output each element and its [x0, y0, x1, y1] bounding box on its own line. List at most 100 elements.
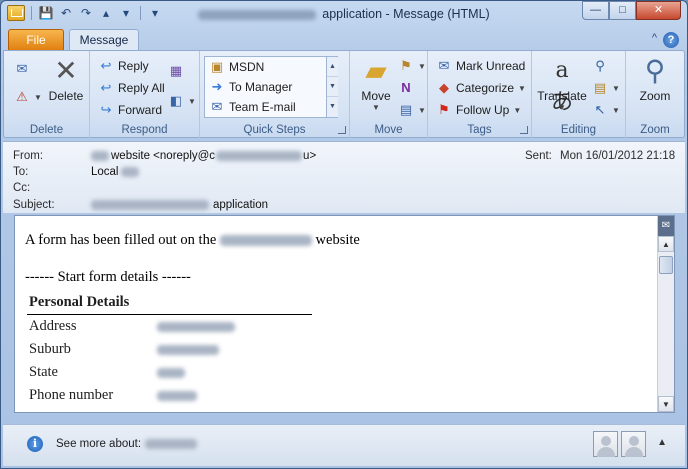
- sent-value: Mon 16/01/2012 21:18: [560, 150, 676, 162]
- scroll-down-icon[interactable]: ▼: [658, 396, 674, 412]
- ribbon-tab-controls: ^ ?: [652, 32, 679, 48]
- categorize-button[interactable]: ◆ Categorize ▼: [436, 80, 526, 96]
- magnifier-icon: ⚲: [644, 55, 666, 86]
- forward-button[interactable]: ↪ Forward: [98, 102, 162, 118]
- group-label: Delete: [29, 124, 64, 136]
- close-button[interactable]: ✕: [636, 1, 681, 20]
- redacted-text: [120, 167, 139, 177]
- redacted-text: [157, 321, 235, 332]
- scroll-up-icon[interactable]: ▲: [658, 236, 674, 252]
- message-header: From: website <noreply@c u> Sent: Mon 16…: [3, 141, 685, 213]
- cursor-icon: ↖: [594, 102, 606, 117]
- avatar[interactable]: [621, 431, 646, 457]
- row-label: Phone number: [29, 387, 114, 403]
- redacted-text: [157, 344, 219, 355]
- to-label: To:: [13, 166, 29, 178]
- delete-group: ✉ ⚠ ▼ ✕ Delete Delete: [4, 51, 90, 138]
- subject-value: application: [91, 199, 268, 211]
- quick-step-to-manager[interactable]: ➜ To Manager: [209, 79, 293, 95]
- reply-button[interactable]: ↩ Reply: [98, 58, 149, 74]
- rules-button[interactable]: ⚑ ▼: [398, 58, 426, 74]
- redacted-text: [216, 151, 303, 161]
- find-button[interactable]: ⚲: [592, 58, 608, 74]
- quick-steps-gallery: ▣ MSDN ➜ To Manager ✉ Team E-mail ▲ ▼ ▼: [204, 56, 338, 118]
- ignore-button[interactable]: ✉: [14, 61, 30, 77]
- follow-up-button[interactable]: ⚑ Follow Up ▼: [436, 102, 521, 118]
- from-label: From:: [13, 150, 44, 162]
- related-icon: ▤: [593, 80, 607, 95]
- zoom-button[interactable]: ⚲ Zoom: [632, 55, 678, 103]
- collapse-ribbon-icon[interactable]: ^: [652, 32, 657, 48]
- related-button[interactable]: ▤ ▼: [592, 80, 620, 96]
- dialog-launcher-icon[interactable]: [520, 126, 528, 134]
- delete-x-icon: ✕: [54, 55, 78, 86]
- group-label: Editing: [560, 124, 597, 136]
- select-button[interactable]: ↖ ▼: [592, 102, 620, 118]
- binoculars-icon: ⚲: [595, 58, 605, 73]
- folder-icon: ▣: [210, 59, 224, 74]
- quick-step-team-email[interactable]: ✉ Team E-mail: [209, 99, 296, 115]
- expand-gallery-icon[interactable]: ▼: [327, 97, 338, 117]
- reply-all-label: Reply All: [118, 81, 165, 95]
- junk-button[interactable]: ⚠ ▼: [14, 89, 42, 105]
- onenote-button[interactable]: N: [398, 80, 414, 96]
- body-scrollbar[interactable]: ✉ ▲ ▼: [657, 216, 674, 412]
- from-value[interactable]: website <noreply@c u>: [91, 150, 316, 162]
- info-icon: i: [27, 436, 43, 452]
- quick-steps-group: ▣ MSDN ➜ To Manager ✉ Team E-mail ▲ ▼ ▼ Qui…: [200, 51, 350, 138]
- reply-all-button[interactable]: ↩ Reply All: [98, 80, 165, 96]
- redacted-text: [157, 367, 185, 378]
- sent-label: Sent:: [525, 150, 552, 162]
- start-form-line: ------ Start form details ------: [25, 269, 191, 285]
- tab-file[interactable]: File: [8, 29, 64, 51]
- dialog-launcher-icon[interactable]: [338, 126, 346, 134]
- chevron-down-icon: ▼: [34, 92, 42, 102]
- translate-button[interactable]: aあ Translate ▼: [534, 55, 590, 115]
- mark-unread-button[interactable]: ✉ Mark Unread: [436, 58, 526, 74]
- window-controls: — □ ✕: [582, 1, 681, 20]
- forward-arrow-icon: ➜: [211, 79, 223, 94]
- forward-icon: ↪: [100, 102, 112, 117]
- quick-step-label: To Manager: [229, 80, 293, 94]
- scroll-down-icon[interactable]: ▼: [327, 77, 338, 97]
- tags-group: ✉ Mark Unread ◆ Categorize ▼ ⚑ Follow Up ▼ Ta…: [428, 51, 532, 138]
- title-bar: 💾 ↶ ↷ ▴ ▾ ▾ application - Message (HTML)…: [1, 1, 687, 27]
- avatar[interactable]: [593, 431, 618, 457]
- chevron-down-icon: ▼: [372, 103, 380, 112]
- chevron-down-icon: ▼: [188, 96, 196, 106]
- zoom-group: ⚲ Zoom Zoom: [626, 51, 684, 138]
- zoom-label: Zoom: [639, 89, 671, 103]
- intro-suffix: website: [315, 232, 360, 248]
- expand-people-pane-icon[interactable]: ▲: [657, 437, 667, 448]
- row-label: State: [29, 364, 58, 380]
- from-value-end: u>: [303, 150, 317, 162]
- chevron-down-icon: ▼: [612, 105, 620, 115]
- personal-details-table: Personal Details Address Suburb State Ph…: [27, 294, 312, 407]
- row-label: Suburb: [29, 341, 71, 357]
- quick-step-label: MSDN: [229, 60, 265, 74]
- follow-up-label: Follow Up: [456, 103, 510, 117]
- redacted-text: [157, 390, 197, 401]
- to-value-text: Local: [91, 166, 119, 178]
- table-row: Suburb: [27, 338, 312, 361]
- ribbon: ✉ ⚠ ▼ ✕ Delete Delete ↩ Reply ↩ Reply All ↪…: [3, 50, 685, 138]
- maximize-button[interactable]: □: [609, 1, 636, 20]
- quick-step-msdn[interactable]: ▣ MSDN: [209, 59, 265, 75]
- move-button[interactable]: ▰ Move ▼: [356, 55, 396, 112]
- more-respond-button[interactable]: ◧ ▼: [168, 93, 196, 109]
- scroll-up-icon[interactable]: ▲: [327, 57, 338, 77]
- section-title: Personal Details: [27, 294, 312, 315]
- delete-button[interactable]: ✕ Delete: [46, 55, 86, 103]
- quick-steps-scroll[interactable]: ▲ ▼ ▼: [326, 57, 338, 117]
- message-body[interactable]: A form has been filled out on the websit…: [14, 215, 675, 413]
- to-value[interactable]: Local: [91, 166, 139, 178]
- minimize-button[interactable]: —: [582, 1, 609, 20]
- meeting-button[interactable]: ▦: [168, 63, 184, 79]
- see-more-about[interactable]: See more about:: [56, 438, 198, 450]
- help-icon[interactable]: ?: [663, 32, 679, 48]
- translate-label: Translate: [537, 89, 587, 103]
- tab-message[interactable]: Message: [69, 29, 139, 52]
- message-options-icon[interactable]: ✉: [658, 216, 674, 236]
- scroll-thumb[interactable]: [659, 256, 673, 274]
- actions-button[interactable]: ▤ ▼: [398, 102, 426, 118]
